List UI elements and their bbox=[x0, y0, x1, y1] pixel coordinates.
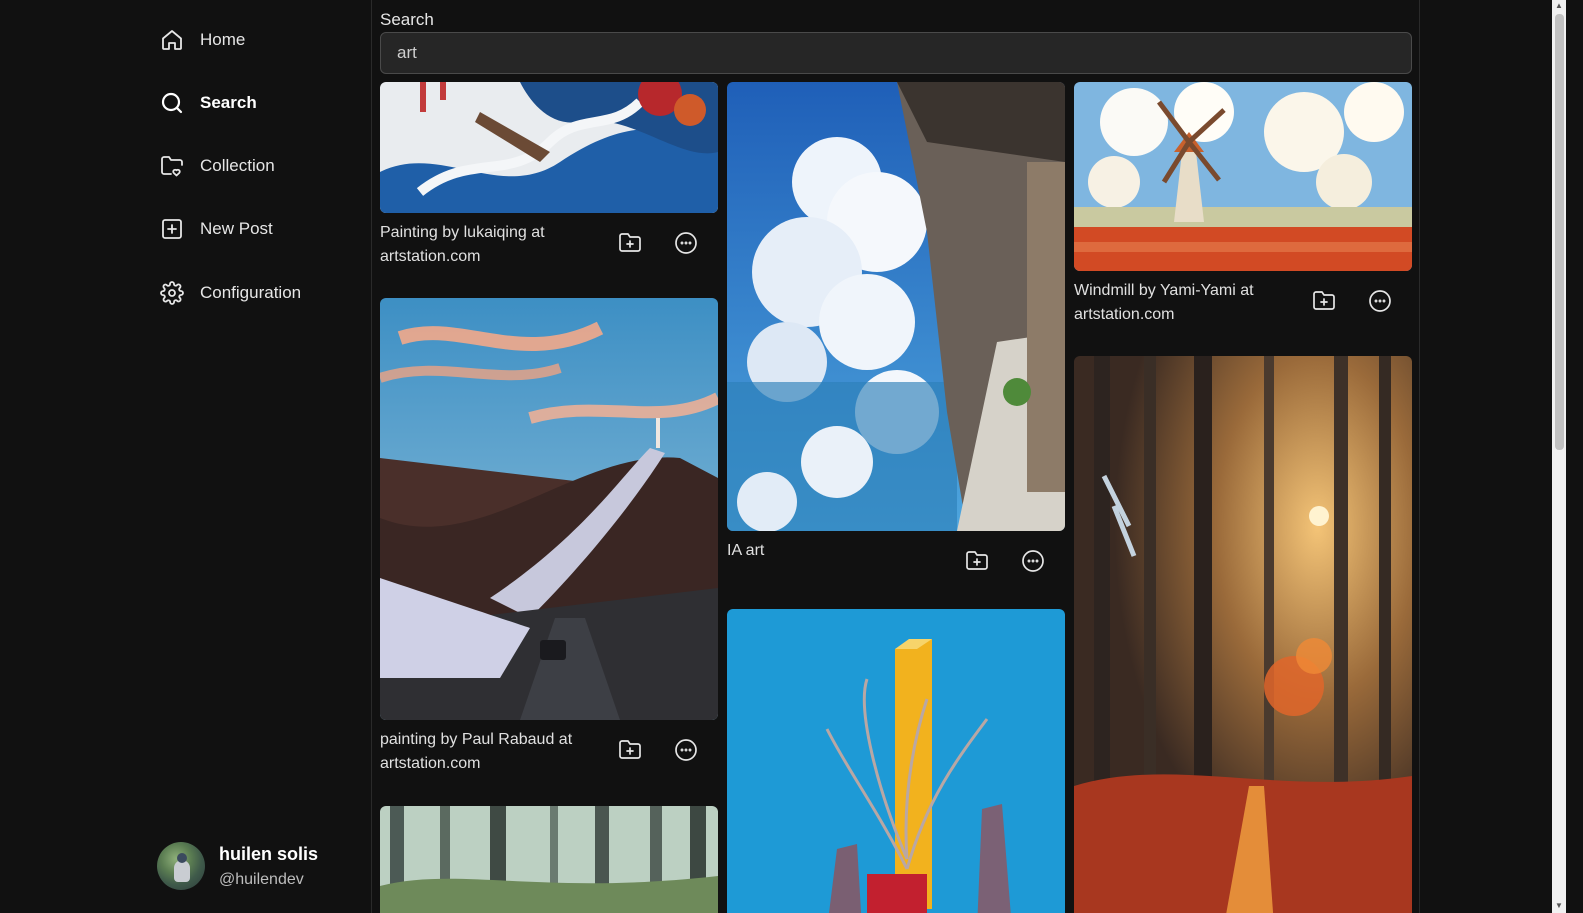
post-card: Painting by lukaiqing at artstation.com bbox=[380, 82, 718, 269]
sidebar-item-configuration[interactable]: Configuration bbox=[160, 273, 301, 313]
sidebar-item-label: Configuration bbox=[200, 283, 302, 302]
search-input[interactable] bbox=[380, 32, 1412, 74]
sidebar-item-new-post[interactable]: New Post bbox=[160, 209, 273, 249]
folder-plus-icon bbox=[1313, 291, 1335, 310]
post-caption: IA art bbox=[727, 542, 765, 559]
main-content: Search Painting by lukaiqing at artstati… bbox=[372, 0, 1420, 913]
more-options-button[interactable] bbox=[1364, 285, 1396, 317]
post-image[interactable] bbox=[380, 82, 718, 213]
folder-heart-icon bbox=[160, 154, 184, 178]
folder-plus-icon bbox=[619, 740, 641, 759]
folder-plus-icon bbox=[619, 233, 641, 252]
scroll-down-icon[interactable]: ▼ bbox=[1555, 902, 1563, 910]
post-caption: Windmill by Yami-Yami at artstation.com bbox=[1074, 282, 1254, 323]
scroll-up-icon[interactable]: ▲ bbox=[1555, 2, 1563, 10]
home-icon bbox=[160, 28, 184, 52]
page-scrollbar[interactable]: ▲ ▼ bbox=[1552, 0, 1566, 913]
more-circle-icon bbox=[1369, 290, 1391, 312]
gear-icon bbox=[160, 281, 184, 305]
sidebar-item-home[interactable]: Home bbox=[160, 20, 245, 60]
post-caption: painting by Paul Rabaud at artstation.co… bbox=[380, 731, 573, 772]
add-to-collection-button[interactable] bbox=[961, 545, 993, 577]
search-label: Search bbox=[380, 10, 434, 29]
user-profile[interactable]: huilen solis @huilendev bbox=[157, 842, 318, 890]
add-to-collection-button[interactable] bbox=[614, 227, 646, 259]
post-card bbox=[1074, 356, 1412, 913]
post-card: painting by Paul Rabaud at artstation.co… bbox=[380, 298, 718, 776]
sidebar-item-label: New Post bbox=[200, 219, 273, 238]
plus-square-icon bbox=[160, 217, 184, 241]
post-image[interactable] bbox=[380, 806, 718, 913]
sidebar-item-label: Home bbox=[200, 30, 246, 49]
add-to-collection-button[interactable] bbox=[1308, 285, 1340, 317]
post-image[interactable] bbox=[1074, 82, 1412, 271]
more-options-button[interactable] bbox=[1017, 545, 1049, 577]
add-to-collection-button[interactable] bbox=[614, 734, 646, 766]
post-card: IA art bbox=[727, 82, 1065, 577]
post-caption: Painting by lukaiqing at artstation.com bbox=[380, 224, 545, 265]
user-name: huilen solis bbox=[219, 843, 319, 864]
post-card bbox=[727, 609, 1065, 913]
sidebar: Home Search Collection New Post Configur… bbox=[0, 0, 372, 913]
folder-plus-icon bbox=[966, 551, 988, 570]
sidebar-item-search[interactable]: Search bbox=[160, 83, 257, 123]
more-circle-icon bbox=[675, 739, 697, 761]
post-card bbox=[380, 806, 718, 913]
avatar bbox=[157, 842, 205, 890]
more-circle-icon bbox=[1022, 550, 1044, 572]
scrollbar-thumb[interactable] bbox=[1555, 14, 1564, 450]
post-image[interactable] bbox=[1074, 356, 1412, 913]
post-image[interactable] bbox=[380, 298, 718, 720]
more-options-button[interactable] bbox=[670, 734, 702, 766]
more-circle-icon bbox=[675, 232, 697, 254]
sidebar-item-label: Collection bbox=[200, 156, 275, 175]
sidebar-item-collection[interactable]: Collection bbox=[160, 146, 275, 186]
post-image[interactable] bbox=[727, 609, 1065, 913]
sidebar-item-label: Search bbox=[200, 93, 257, 112]
user-handle: @huilendev bbox=[219, 870, 304, 888]
more-options-button[interactable] bbox=[670, 227, 702, 259]
search-icon bbox=[160, 91, 184, 115]
post-card: Windmill by Yami-Yami at artstation.com bbox=[1074, 82, 1412, 327]
post-image[interactable] bbox=[727, 82, 1065, 531]
